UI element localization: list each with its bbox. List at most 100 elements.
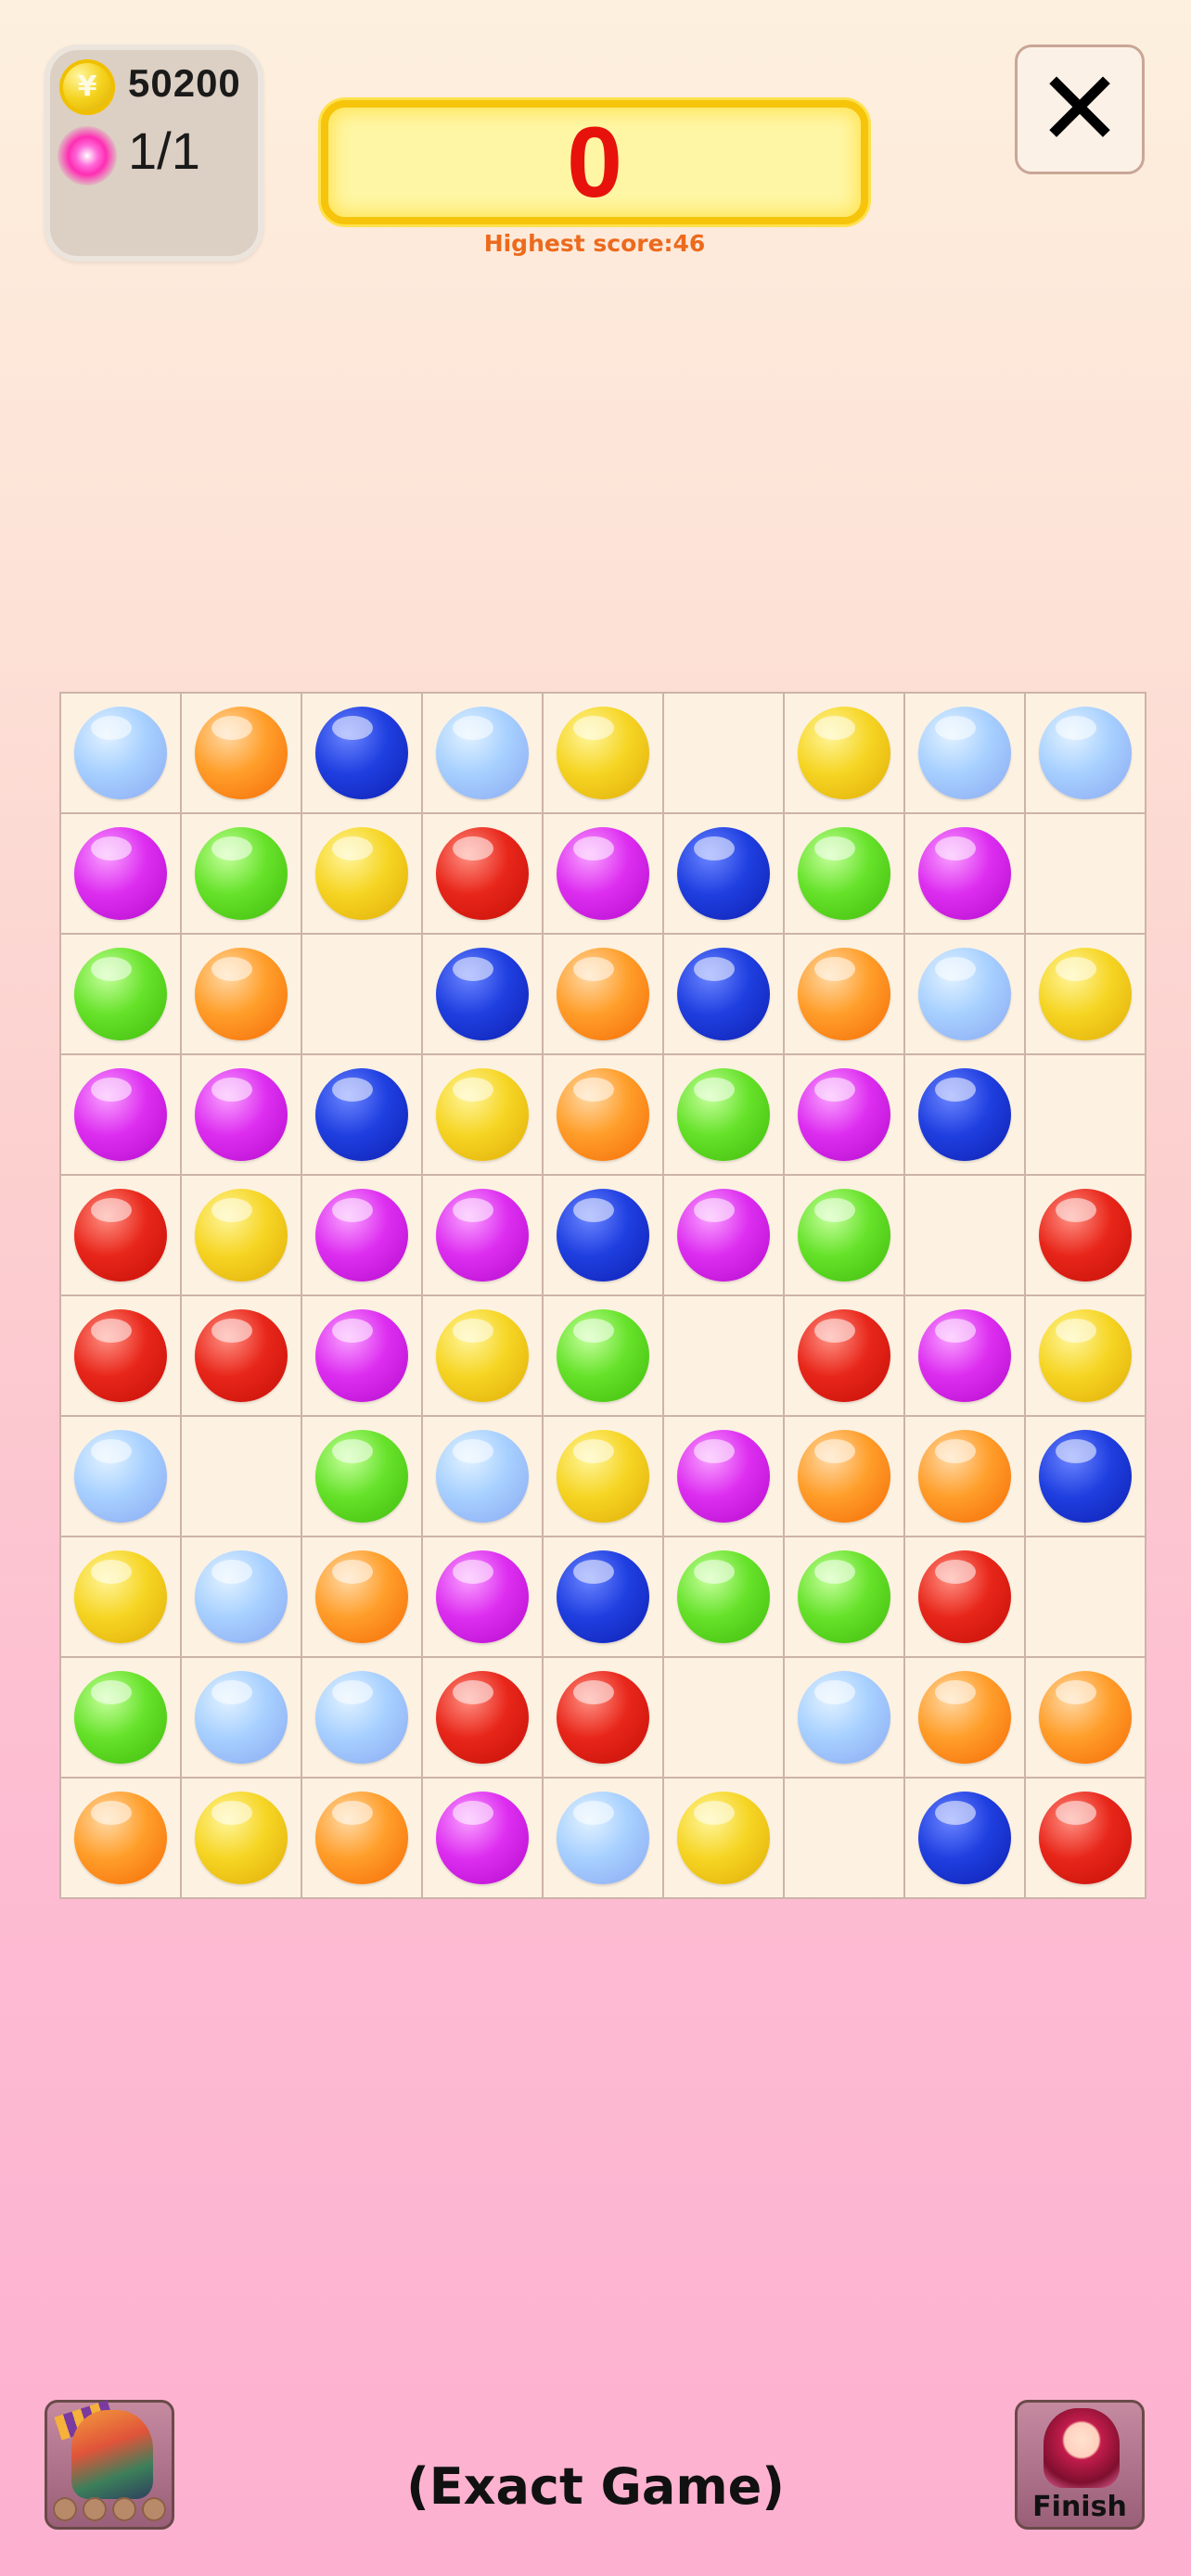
red-ball[interactable]	[918, 1550, 1011, 1643]
blue-ball[interactable]	[557, 1189, 649, 1282]
sky-ball[interactable]	[557, 1792, 649, 1884]
purple-ball[interactable]	[74, 827, 167, 920]
red-ball[interactable]	[436, 827, 529, 920]
board-cell[interactable]	[423, 694, 542, 812]
sky-ball[interactable]	[918, 707, 1011, 799]
board-cell[interactable]	[302, 694, 421, 812]
orange-ball[interactable]	[557, 948, 649, 1040]
orange-ball[interactable]	[74, 1792, 167, 1884]
green-ball[interactable]	[557, 1309, 649, 1402]
sky-ball[interactable]	[436, 707, 529, 799]
green-ball[interactable]	[195, 827, 288, 920]
board-cell[interactable]	[785, 1417, 903, 1536]
yellow-ball[interactable]	[195, 1189, 288, 1282]
board-cell[interactable]	[302, 1658, 421, 1777]
board-cell[interactable]	[664, 1779, 783, 1897]
board-cell[interactable]	[664, 1658, 783, 1777]
board-cell[interactable]	[544, 814, 662, 933]
yellow-ball[interactable]	[436, 1068, 529, 1161]
board-cell[interactable]	[423, 935, 542, 1053]
board-cell[interactable]	[302, 1779, 421, 1897]
board-cell[interactable]	[182, 1658, 301, 1777]
blue-ball[interactable]	[1039, 1430, 1132, 1523]
board-cell[interactable]	[182, 814, 301, 933]
yellow-ball[interactable]	[195, 1792, 288, 1884]
board-cell[interactable]	[423, 1176, 542, 1294]
green-ball[interactable]	[677, 1550, 770, 1643]
orange-ball[interactable]	[798, 948, 890, 1040]
yellow-ball[interactable]	[557, 707, 649, 799]
board-cell[interactable]	[1026, 694, 1145, 812]
board-cell[interactable]	[61, 694, 180, 812]
board-cell[interactable]	[785, 1658, 903, 1777]
board-cell[interactable]	[544, 1417, 662, 1536]
sky-ball[interactable]	[1039, 707, 1132, 799]
board-cell[interactable]	[182, 1296, 301, 1415]
board-cell[interactable]	[544, 1055, 662, 1174]
board-cell[interactable]	[664, 814, 783, 933]
board-cell[interactable]	[544, 1779, 662, 1897]
blue-ball[interactable]	[436, 948, 529, 1040]
sky-ball[interactable]	[918, 948, 1011, 1040]
board-cell[interactable]	[302, 814, 421, 933]
board-cell[interactable]	[302, 1537, 421, 1656]
board-cell[interactable]	[61, 1417, 180, 1536]
purple-ball[interactable]	[677, 1189, 770, 1282]
orange-ball[interactable]	[315, 1550, 408, 1643]
sky-ball[interactable]	[798, 1671, 890, 1764]
sky-ball[interactable]	[74, 1430, 167, 1523]
board-cell[interactable]	[544, 1296, 662, 1415]
board-cell[interactable]	[182, 1779, 301, 1897]
board-cell[interactable]	[61, 935, 180, 1053]
orange-ball[interactable]	[798, 1430, 890, 1523]
board-cell[interactable]	[302, 1055, 421, 1174]
board-cell[interactable]	[1026, 1779, 1145, 1897]
board-cell[interactable]	[664, 935, 783, 1053]
board-cell[interactable]	[61, 814, 180, 933]
board-cell[interactable]	[423, 1537, 542, 1656]
orange-ball[interactable]	[195, 948, 288, 1040]
orange-ball[interactable]	[195, 707, 288, 799]
board-cell[interactable]	[61, 1658, 180, 1777]
blue-ball[interactable]	[677, 827, 770, 920]
green-ball[interactable]	[798, 1550, 890, 1643]
board-cell[interactable]	[664, 694, 783, 812]
green-ball[interactable]	[798, 827, 890, 920]
sky-ball[interactable]	[195, 1671, 288, 1764]
red-ball[interactable]	[74, 1189, 167, 1282]
orange-ball[interactable]	[918, 1430, 1011, 1523]
board-cell[interactable]	[182, 694, 301, 812]
board-cell[interactable]	[1026, 814, 1145, 933]
board-cell[interactable]	[423, 1055, 542, 1174]
board-cell[interactable]	[785, 814, 903, 933]
board-cell[interactable]	[785, 935, 903, 1053]
board-cell[interactable]	[905, 1296, 1024, 1415]
board-cell[interactable]	[302, 1296, 421, 1415]
purple-ball[interactable]	[557, 827, 649, 920]
board-cell[interactable]	[544, 694, 662, 812]
purple-ball[interactable]	[677, 1430, 770, 1523]
board-cell[interactable]	[1026, 1658, 1145, 1777]
board-cell[interactable]	[1026, 935, 1145, 1053]
purple-ball[interactable]	[436, 1550, 529, 1643]
board-cell[interactable]	[905, 1779, 1024, 1897]
green-ball[interactable]	[74, 948, 167, 1040]
yellow-ball[interactable]	[436, 1309, 529, 1402]
purple-ball[interactable]	[436, 1189, 529, 1282]
finish-button[interactable]: Finish	[1015, 2400, 1145, 2530]
board-cell[interactable]	[61, 1055, 180, 1174]
purple-ball[interactable]	[798, 1068, 890, 1161]
board-cell[interactable]	[905, 1055, 1024, 1174]
board-cell[interactable]	[664, 1296, 783, 1415]
board-cell[interactable]	[544, 935, 662, 1053]
red-ball[interactable]	[1039, 1189, 1132, 1282]
board-cell[interactable]	[1026, 1417, 1145, 1536]
board-cell[interactable]	[423, 1658, 542, 1777]
close-button[interactable]: ✕	[1015, 45, 1145, 174]
yellow-ball[interactable]	[74, 1550, 167, 1643]
board-cell[interactable]	[182, 1176, 301, 1294]
blue-ball[interactable]	[315, 1068, 408, 1161]
board-cell[interactable]	[423, 814, 542, 933]
board-cell[interactable]	[544, 1658, 662, 1777]
board-cell[interactable]	[544, 1176, 662, 1294]
